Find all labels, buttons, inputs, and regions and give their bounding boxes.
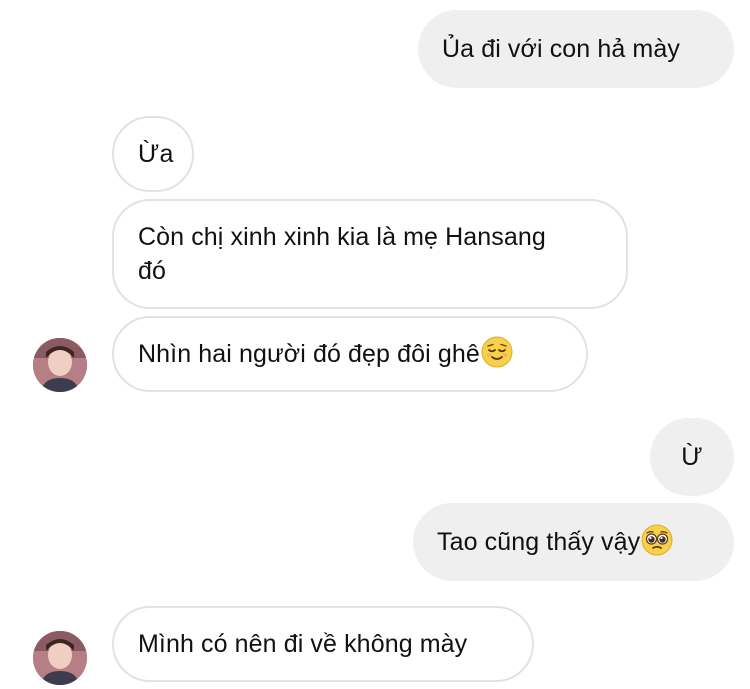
message-bubble-received[interactable]: Mình có nên đi về không mày [112, 606, 534, 682]
message-text: Ủa đi với con hả mày [442, 35, 680, 63]
message-text: Ừa [138, 140, 174, 168]
relieved-face-icon [481, 336, 513, 368]
message-bubble-received[interactable]: Còn chị xinh xinh kia là mẹ Hansang đó [112, 199, 628, 309]
message-text: Còn chị xinh xinh kia là mẹ Hansang đó [138, 223, 546, 285]
message-text: Nhìn hai người đó đẹp đôi ghê [138, 340, 480, 368]
message-bubble-sent[interactable]: Ừ [650, 418, 734, 496]
message-bubble-received[interactable]: Nhìn hai người đó đẹp đôi ghê [112, 316, 588, 392]
message-bubble-received[interactable]: Ừa [112, 116, 194, 192]
message-bubble-sent[interactable]: Ủa đi với con hả mày [418, 10, 734, 88]
message-text: Ừ [681, 443, 703, 471]
contact-avatar[interactable] [33, 338, 87, 392]
avatar-photo [33, 631, 87, 685]
message-text: Tao cũng thấy vậy [437, 528, 641, 556]
contact-avatar[interactable] [33, 631, 87, 685]
pleading-face-icon [641, 524, 673, 556]
message-text: Mình có nên đi về không mày [138, 630, 468, 658]
message-bubble-sent[interactable]: Tao cũng thấy vậy [413, 503, 734, 581]
avatar-photo [33, 338, 87, 392]
